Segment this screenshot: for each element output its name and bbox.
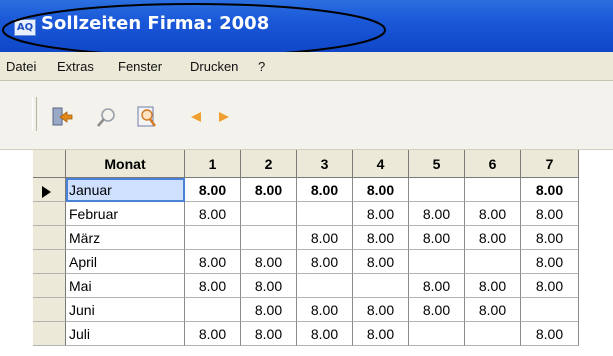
row-indicator[interactable] [33, 250, 66, 274]
day-value-cell[interactable]: 8.00 [353, 178, 409, 202]
next-button[interactable] [212, 105, 236, 129]
menu-fenster[interactable]: Fenster [118, 59, 162, 74]
day-value-cell[interactable]: 8.00 [409, 226, 465, 250]
month-cell[interactable]: Mai [66, 274, 185, 298]
menu-bar: Datei Extras Fenster Drucken ? [0, 52, 613, 81]
current-row-pointer-icon [42, 186, 51, 198]
day-value-cell[interactable]: 8.00 [353, 250, 409, 274]
exit-button[interactable] [50, 105, 74, 129]
day-value-cell[interactable]: 8.00 [465, 274, 521, 298]
day-value-cell[interactable]: 8.00 [185, 202, 241, 226]
menu-drucken[interactable]: Drucken [190, 59, 238, 74]
column-header-day[interactable]: 3 [297, 150, 353, 178]
row-indicator[interactable] [33, 226, 66, 250]
day-value-cell[interactable]: 8.00 [465, 298, 521, 322]
row-indicator[interactable] [33, 274, 66, 298]
day-value-cell[interactable]: 8.00 [297, 250, 353, 274]
column-header-day[interactable]: 5 [409, 150, 465, 178]
search-button[interactable] [95, 105, 119, 129]
column-header-day[interactable]: 6 [465, 150, 521, 178]
toolbar-grip[interactable] [32, 97, 37, 131]
title-bar[interactable]: AQ Sollzeiten Firma: 2008 [0, 0, 613, 52]
exit-door-icon [52, 107, 73, 126]
day-value-cell[interactable]: 8.00 [185, 178, 241, 202]
previous-button[interactable] [185, 105, 209, 129]
day-value-cell[interactable]: 8.00 [409, 298, 465, 322]
column-header-day[interactable]: 2 [241, 150, 297, 178]
day-value-cell[interactable]: 8.00 [521, 226, 579, 250]
column-header-monat[interactable]: Monat [66, 150, 185, 178]
day-value-cell[interactable] [241, 226, 297, 250]
day-value-cell[interactable]: 8.00 [185, 322, 241, 346]
month-cell[interactable]: März [66, 226, 185, 250]
day-value-cell[interactable] [409, 250, 465, 274]
column-header-day[interactable]: 7 [521, 150, 579, 178]
day-value-cell[interactable]: 8.00 [521, 274, 579, 298]
window-title: Sollzeiten Firma: 2008 [41, 13, 270, 34]
day-value-cell[interactable] [353, 274, 409, 298]
day-value-cell[interactable]: 8.00 [185, 250, 241, 274]
row-indicator[interactable] [33, 202, 66, 226]
day-value-cell[interactable]: 8.00 [409, 202, 465, 226]
row-indicator[interactable] [33, 298, 66, 322]
day-value-cell[interactable]: 8.00 [241, 322, 297, 346]
day-value-cell[interactable] [521, 298, 579, 322]
day-value-cell[interactable] [409, 178, 465, 202]
day-value-cell[interactable]: 8.00 [297, 298, 353, 322]
preview-icon [137, 106, 156, 127]
day-value-cell[interactable] [297, 202, 353, 226]
day-value-cell[interactable]: 8.00 [297, 226, 353, 250]
row-indicator[interactable] [33, 178, 66, 202]
day-value-cell[interactable]: 8.00 [353, 322, 409, 346]
day-value-cell[interactable]: 8.00 [521, 250, 579, 274]
day-value-cell[interactable]: 8.00 [241, 298, 297, 322]
day-value-cell[interactable]: 8.00 [409, 274, 465, 298]
grid-header-corner [33, 150, 66, 178]
menu-extras[interactable]: Extras [57, 59, 94, 74]
day-value-cell[interactable]: 8.00 [241, 178, 297, 202]
menu-datei[interactable]: Datei [6, 59, 36, 74]
day-value-cell[interactable] [465, 322, 521, 346]
day-value-cell[interactable]: 8.00 [465, 202, 521, 226]
next-arrow-icon [219, 112, 229, 122]
search-icon [97, 108, 115, 127]
preview-button[interactable] [135, 105, 159, 129]
month-cell[interactable]: Juli [66, 322, 185, 346]
day-value-cell[interactable] [185, 298, 241, 322]
day-value-cell[interactable]: 8.00 [297, 322, 353, 346]
column-header-day[interactable]: 4 [353, 150, 409, 178]
day-value-cell[interactable]: 8.00 [297, 178, 353, 202]
month-cell[interactable]: Juni [66, 298, 185, 322]
day-value-cell[interactable]: 8.00 [521, 322, 579, 346]
day-value-cell[interactable]: 8.00 [185, 274, 241, 298]
day-value-cell[interactable]: 8.00 [353, 298, 409, 322]
column-header-day[interactable]: 1 [185, 150, 241, 178]
day-value-cell[interactable]: 8.00 [353, 202, 409, 226]
day-value-cell[interactable] [297, 274, 353, 298]
day-value-cell[interactable]: 8.00 [353, 226, 409, 250]
menu-help[interactable]: ? [258, 59, 265, 74]
day-value-cell[interactable] [241, 202, 297, 226]
prev-arrow-icon [191, 112, 201, 122]
day-value-cell[interactable]: 8.00 [241, 274, 297, 298]
day-value-cell[interactable] [465, 250, 521, 274]
toolbar [0, 81, 613, 150]
day-value-cell[interactable] [185, 226, 241, 250]
sollzeiten-grid: Monat 1 2 3 4 5 6 7 Januar 8.00 8.00 8.00 8.00 8.00 Fe… [33, 150, 613, 356]
application-window: AQ Sollzeiten Firma: 2008 Datei Extras F… [0, 0, 613, 356]
day-value-cell[interactable] [409, 322, 465, 346]
day-value-cell[interactable]: 8.00 [521, 202, 579, 226]
day-value-cell[interactable]: 8.00 [241, 250, 297, 274]
app-icon: AQ [14, 19, 36, 36]
day-value-cell[interactable] [465, 178, 521, 202]
day-value-cell[interactable]: 8.00 [465, 226, 521, 250]
month-cell[interactable]: Februar [66, 202, 185, 226]
day-value-cell[interactable]: 8.00 [521, 178, 579, 202]
month-cell[interactable]: Januar [66, 178, 185, 202]
row-indicator[interactable] [33, 322, 66, 346]
month-cell[interactable]: April [66, 250, 185, 274]
